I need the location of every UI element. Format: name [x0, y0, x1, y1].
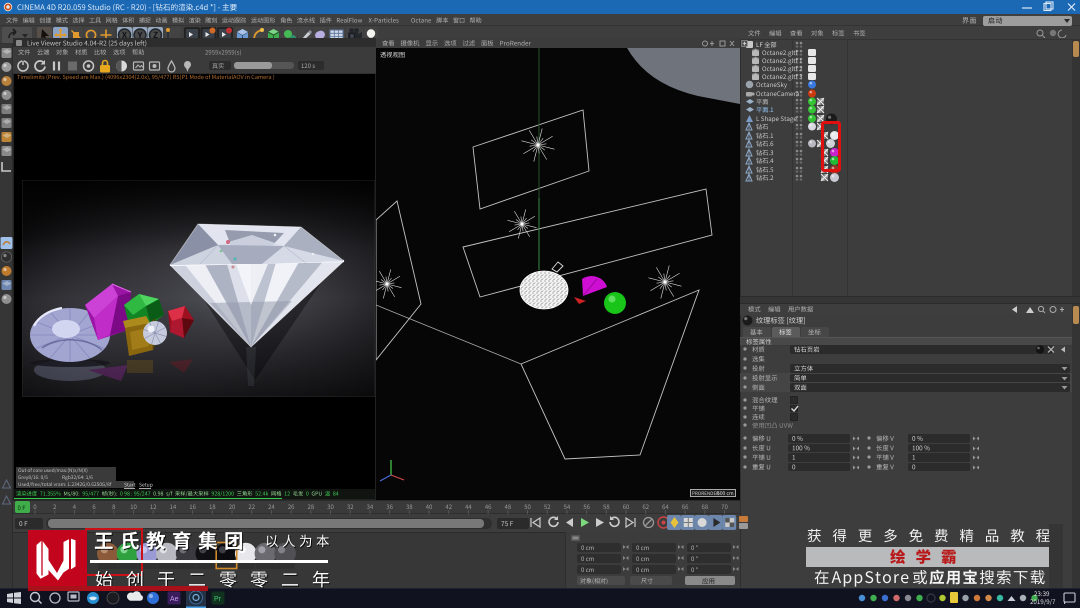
- svg-text:Ae: Ae: [170, 596, 179, 603]
- svg-text:Pr: Pr: [214, 596, 222, 603]
